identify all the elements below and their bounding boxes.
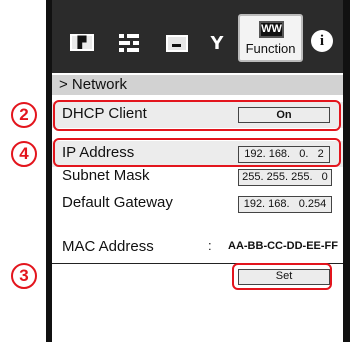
settings-list-tab-icon[interactable] [118,32,140,54]
network-tab-icon[interactable]: ▛ [70,34,94,51]
function-tab-button[interactable]: WW Function [238,14,303,62]
mac-address-separator: : [208,238,212,253]
info-icon-glyph: i [319,32,325,49]
list-icon [119,33,139,53]
mac-address-value: AA-BB-CC-DD-EE-FF [228,240,338,252]
default-gateway-label: Default Gateway [62,194,173,211]
tool-tab-icon[interactable]: ʏ [208,28,226,56]
display-tab-icon[interactable] [166,35,188,52]
default-gateway-row[interactable]: Default Gateway 192. 168. 0.254 [52,191,343,217]
mac-address-row: MAC Address : AA-BB-CC-DD-EE-FF [52,235,343,261]
callout-highlight-ip [53,138,341,167]
screen-bezel-right [343,0,350,342]
subnet-mask-label: Subnet Mask [62,167,150,184]
callout-badge-3: 3 [11,263,37,289]
callout-highlight-set [232,263,332,290]
menu-toolbar: ▛ ʏ WW Function i [52,0,343,73]
callout-badge-2: 2 [11,102,37,128]
function-icon: WW [259,21,284,38]
subnet-mask-row[interactable]: Subnet Mask 255. 255. 255. 0 [52,164,343,190]
callout-badge-4: 4 [11,141,37,167]
function-tab-label: Function [245,41,296,56]
info-icon[interactable]: i [311,30,333,52]
default-gateway-field[interactable]: 192. 168. 0.254 [238,196,332,213]
subnet-mask-field[interactable]: 255. 255. 255. 0 [238,169,332,186]
mac-address-label: MAC Address [62,238,154,255]
network-icon-glyph: ▛ [77,37,87,49]
device-screen: ▛ ʏ WW Function i > Network DHCP Client … [0,0,350,342]
callout-highlight-dhcp [53,100,341,131]
breadcrumb: > Network [52,75,343,95]
tool-icon-glyph: ʏ [210,28,224,55]
